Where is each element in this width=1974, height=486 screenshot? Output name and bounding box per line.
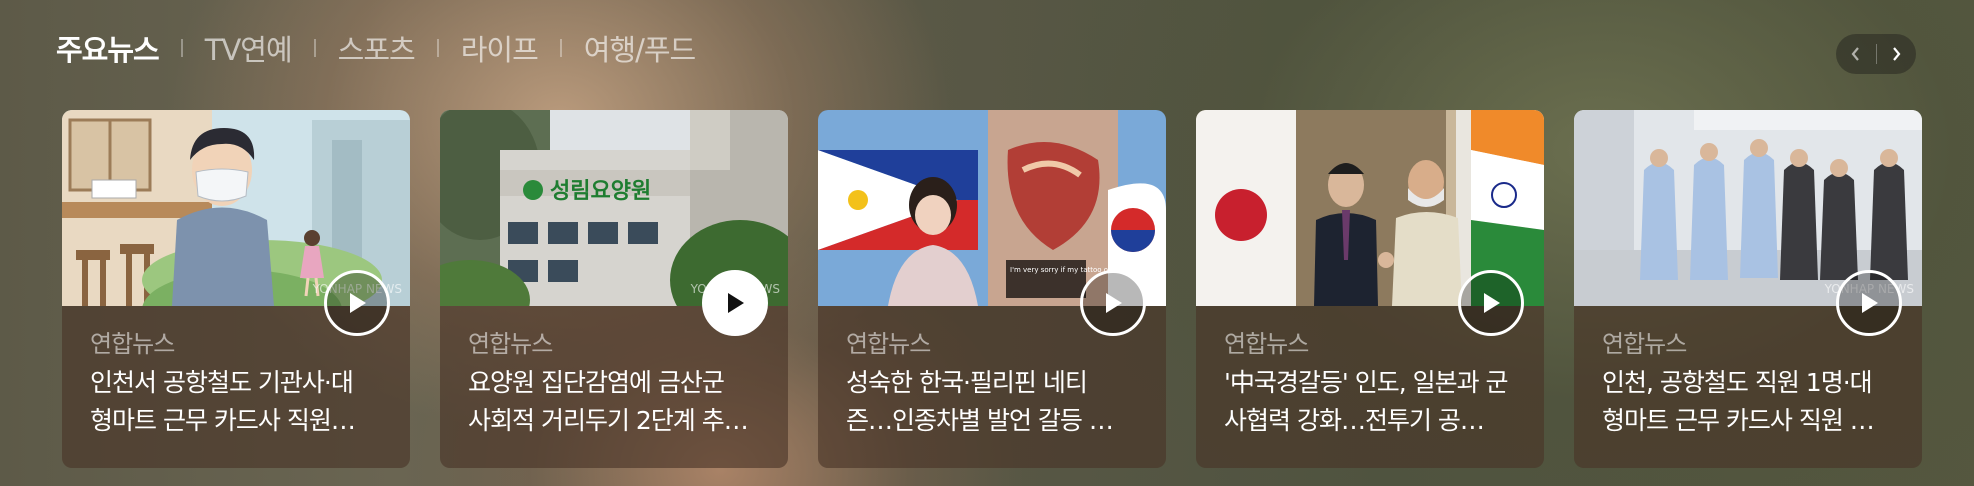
news-card[interactable]: 성림요양원 YONHAP NEWS 연합뉴스 요양원 집단감염에 금산군 사회적… <box>440 110 788 468</box>
play-icon <box>350 293 366 313</box>
prev-button[interactable] <box>1836 34 1876 74</box>
news-source: 연합뉴스 <box>846 330 931 358</box>
play-button[interactable] <box>702 270 768 336</box>
next-button[interactable] <box>1877 34 1917 74</box>
tab-separator <box>313 39 316 57</box>
play-button[interactable] <box>1458 270 1524 336</box>
tab-separator <box>559 39 562 57</box>
play-button[interactable] <box>1080 270 1146 336</box>
tab-tv-entertainment[interactable]: TV연예 <box>205 27 293 69</box>
building-sign: 성림요양원 <box>550 179 651 204</box>
play-icon <box>1106 293 1122 313</box>
news-card[interactable]: YONHAP NEWS 연합뉴스 인천서 공항철도 기관사·대 형마트 근무 카… <box>62 110 410 468</box>
news-source: 연합뉴스 <box>90 330 175 358</box>
play-button[interactable] <box>324 270 390 336</box>
tab-separator <box>180 39 183 57</box>
play-icon <box>728 293 744 313</box>
play-button[interactable] <box>1836 270 1902 336</box>
news-headline[interactable]: '中국경갈등' 인도, 일본과 군 사협력 강화…전투기 공… <box>1224 364 1520 440</box>
news-headline[interactable]: 성숙한 한국·필리핀 네티 즌…인종차별 발언 갈등 … <box>846 364 1142 440</box>
tab-travel-food[interactable]: 여행/푸드 <box>584 27 696 69</box>
news-card[interactable]: I'm very sorry if my tattoo offends you.… <box>818 110 1166 468</box>
category-tabs: 주요뉴스 TV연예 스포츠 라이프 여행/푸드 <box>56 26 696 70</box>
tab-life[interactable]: 라이프 <box>461 27 539 69</box>
news-headline[interactable]: 요양원 집단감염에 금산군 사회적 거리두기 2단계 추… <box>468 364 764 440</box>
news-source: 연합뉴스 <box>1224 330 1309 358</box>
news-source: 연합뉴스 <box>1602 330 1687 358</box>
news-headline[interactable]: 인천서 공항철도 기관사·대 형마트 근무 카드사 직원… <box>90 364 386 440</box>
tab-sports[interactable]: 스포츠 <box>338 27 416 69</box>
news-source: 연합뉴스 <box>468 330 553 358</box>
tab-main-news[interactable]: 주요뉴스 <box>56 27 160 69</box>
chevron-left-icon <box>1851 47 1859 61</box>
news-card[interactable]: 연합뉴스 '中국경갈등' 인도, 일본과 군 사협력 강화…전투기 공… <box>1196 110 1544 468</box>
chevron-right-icon <box>1893 47 1901 61</box>
play-icon <box>1484 293 1500 313</box>
play-icon <box>1862 293 1878 313</box>
video-caption: I'm very sorry if my tattoo offends you.… <box>1010 266 1166 274</box>
news-card[interactable]: YONHAP NEWS 연합뉴스 인천, 공항철도 직원 1명·대 형마트 근무… <box>1574 110 1922 468</box>
tab-separator <box>436 39 439 57</box>
carousel-pager <box>1836 34 1916 74</box>
news-headline[interactable]: 인천, 공항철도 직원 1명·대 형마트 근무 카드사 직원 … <box>1602 364 1898 440</box>
